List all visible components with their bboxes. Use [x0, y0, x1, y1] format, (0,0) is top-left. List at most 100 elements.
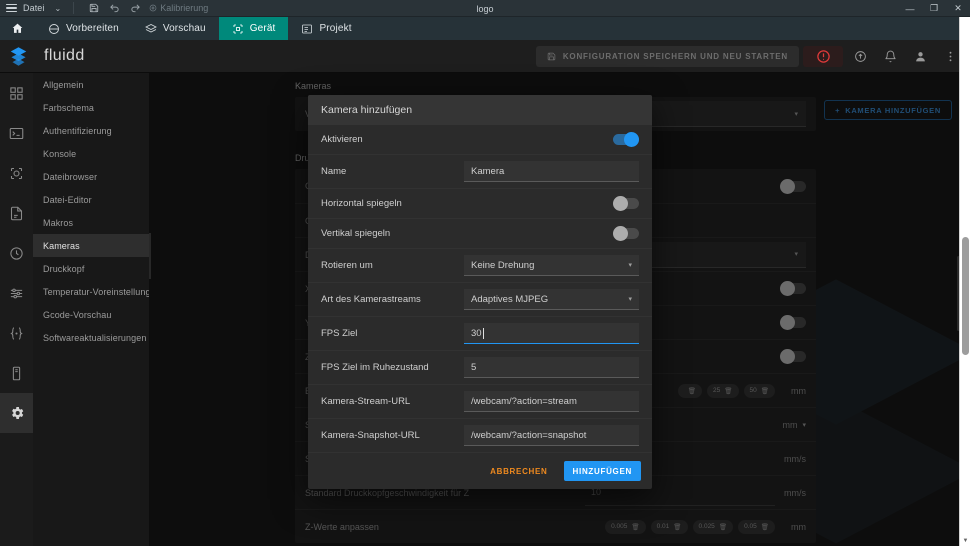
dialog-field-rotieren-um: Rotieren um Keine Drehung ▾ — [308, 249, 652, 283]
undo-icon[interactable] — [107, 3, 122, 14]
power-icon[interactable] — [847, 43, 873, 69]
tune-icon[interactable] — [0, 153, 33, 193]
sidebar-item-authentifizierung[interactable]: Authentifizierung — [33, 119, 149, 142]
snapshot-url-input[interactable]: /webcam/?action=snapshot — [464, 425, 639, 446]
stream-url-input[interactable]: /webcam/?action=stream — [464, 391, 639, 412]
dashboard-icon[interactable] — [0, 73, 33, 113]
tab-home[interactable] — [0, 17, 35, 40]
macros-icon[interactable] — [0, 313, 33, 353]
chevron-down-icon: ▾ — [628, 262, 632, 269]
tab-geraet[interactable]: Gerät — [218, 17, 289, 40]
minimize-button[interactable]: — — [898, 0, 922, 17]
toggle-switch-enabled[interactable] — [613, 132, 639, 147]
sidebar-item-gcode-vorschau[interactable]: Gcode-Vorschau — [33, 303, 149, 326]
nav-label: Konsole — [43, 148, 77, 159]
application-window: Datei ⌄ Kalibrierung logo — ❐ ✕ Vorberei… — [0, 0, 970, 546]
scroll-down-arrow-icon[interactable]: ▼ — [960, 535, 970, 546]
file-menu-label[interactable]: Datei — [23, 3, 45, 13]
field-label: Kamera-Snapshot-URL — [321, 430, 420, 441]
sliders-icon[interactable] — [0, 273, 33, 313]
cancel-button[interactable]: ABBRECHEN — [483, 461, 554, 481]
save-file-icon[interactable] — [86, 3, 101, 13]
input-value: 5 — [471, 361, 477, 373]
sidebar-item-temperatur-voreinstellungen[interactable]: Temperatur-Voreinstellung... — [33, 280, 149, 303]
select-value: Keine Drehung — [471, 259, 535, 271]
tab-label: Projekt — [319, 23, 352, 34]
sidebar-item-farbschema[interactable]: Farbschema — [33, 96, 149, 119]
sidebar-item-druckkopf[interactable]: Druckkopf — [33, 257, 149, 280]
bell-icon[interactable] — [877, 43, 903, 69]
field-label: Horizontal spiegeln — [321, 198, 402, 209]
redo-icon[interactable] — [128, 3, 143, 14]
input-value: /webcam/?action=snapshot — [471, 429, 587, 441]
rotation-select[interactable]: Keine Drehung ▾ — [464, 255, 639, 276]
scrollbar-thumb[interactable] — [962, 237, 969, 355]
emergency-stop-button[interactable] — [803, 45, 843, 67]
sidebar-item-konsole[interactable]: Konsole — [33, 142, 149, 165]
hamburger-icon[interactable] — [6, 2, 17, 15]
history-icon[interactable] — [0, 233, 33, 273]
sidebar-item-kameras[interactable]: Kameras — [33, 234, 149, 257]
nav-label: Datei-Editor — [43, 194, 92, 205]
field-wrap: 30 — [464, 323, 639, 344]
files-icon[interactable] — [0, 193, 33, 233]
field-wrap: Adaptives MJPEG ▾ — [464, 289, 639, 310]
fps-idle-input[interactable]: 5 — [464, 357, 639, 378]
field-wrap: Kamera — [464, 161, 639, 182]
text-cursor — [482, 327, 484, 339]
nav-label: Farbschema — [43, 102, 95, 113]
tab-vorbereiten[interactable]: Vorbereiten — [35, 17, 132, 40]
tab-projekt[interactable]: Projekt — [288, 17, 364, 40]
settings-icon[interactable] — [0, 393, 33, 433]
save-config-label: KONFIGURATION SPEICHERN UND NEU STARTEN — [562, 51, 788, 61]
sidebar-item-datei-editor[interactable]: Datei-Editor — [33, 188, 149, 211]
chevron-down-icon[interactable]: ⌄ — [55, 4, 62, 13]
field-wrap: /webcam/?action=snapshot — [464, 425, 639, 446]
window-scrollbar[interactable]: ▼ — [959, 17, 970, 546]
nav-label: Dateibrowser — [43, 171, 98, 182]
settings-nav: Allgemein Farbschema Authentifizierung K… — [33, 73, 149, 546]
toggle-switch-flip-horizontal[interactable] — [613, 196, 639, 211]
stream-type-select[interactable]: Adaptives MJPEG ▾ — [464, 289, 639, 310]
dialog-field-fps-ziel: FPS Ziel 30 — [308, 317, 652, 351]
divider — [73, 2, 75, 14]
console-icon[interactable] — [0, 113, 33, 153]
printer-icon[interactable] — [0, 353, 33, 393]
field-wrap: /webcam/?action=stream — [464, 391, 639, 412]
header-actions: KONFIGURATION SPEICHERN UND NEU STARTEN — [535, 43, 970, 69]
nav-label: Authentifizierung — [43, 125, 112, 136]
select-value: Adaptives MJPEG — [471, 293, 549, 305]
dialog-field-aktivieren: Aktivieren — [308, 125, 652, 155]
dialog-title: Kamera hinzufügen — [308, 95, 652, 125]
maximize-button[interactable]: ❐ — [922, 0, 946, 17]
toggle-switch-flip-vertical[interactable] — [613, 226, 639, 241]
field-label: Rotieren um — [321, 260, 373, 271]
sidebar-item-dateibrowser[interactable]: Dateibrowser — [33, 165, 149, 188]
calibration-menu[interactable]: Kalibrierung — [149, 3, 208, 13]
brand-name: fluidd — [44, 47, 85, 64]
input-value: Kamera — [471, 165, 505, 177]
submit-button[interactable]: HINZUFÜGEN — [563, 461, 641, 481]
fps-target-input[interactable]: 30 — [464, 323, 639, 344]
app-tabbar: Vorbereiten Vorschau Gerät Projekt — [0, 17, 970, 40]
dialog-field-name: Name Kamera — [308, 155, 652, 189]
sidebar-item-softwareaktualisierungen[interactable]: Softwareaktualisierungen — [33, 326, 149, 349]
close-button[interactable]: ✕ — [946, 0, 970, 17]
chevron-down-icon: ▾ — [628, 296, 632, 303]
dialog-field-snapshot-url: Kamera-Snapshot-URL /webcam/?action=snap… — [308, 419, 652, 453]
field-wrap: 5 — [464, 357, 639, 378]
window-titlebar: Datei ⌄ Kalibrierung logo — ❐ ✕ — [0, 0, 970, 17]
dialog-field-horizontal-spiegeln: Horizontal spiegeln — [308, 189, 652, 219]
titlebar-left-group: Datei ⌄ Kalibrierung — [0, 0, 214, 17]
nav-label: Gcode-Vorschau — [43, 309, 112, 320]
name-input[interactable]: Kamera — [464, 161, 639, 182]
field-label: Art des Kamerastreams — [321, 294, 421, 305]
sidebar-item-makros[interactable]: Makros — [33, 211, 149, 234]
nav-label: Temperatur-Voreinstellung... — [43, 286, 149, 297]
sidebar-item-allgemein[interactable]: Allgemein — [33, 73, 149, 96]
field-label: FPS Ziel im Ruhezustand — [321, 362, 429, 373]
tab-vorschau[interactable]: Vorschau — [132, 17, 219, 40]
save-config-restart-button[interactable]: KONFIGURATION SPEICHERN UND NEU STARTEN — [535, 45, 799, 67]
user-icon[interactable] — [907, 43, 933, 69]
tab-label: Vorschau — [162, 23, 206, 34]
